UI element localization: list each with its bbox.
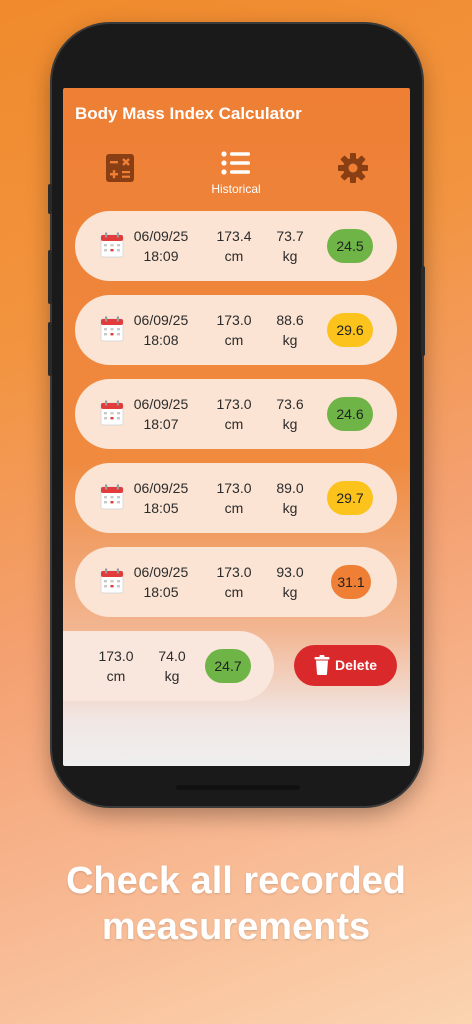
- record-weight: 73.7 kg: [276, 228, 304, 264]
- phone-volume-down: [48, 322, 52, 376]
- bmi-badge: 24.7: [205, 649, 251, 683]
- calendar-icon: [100, 484, 124, 510]
- record-weight: 73.6 kg: [276, 396, 304, 432]
- list-item-swiped[interactable]: 5 173.0cm 74.0kg 24.7: [63, 631, 274, 701]
- calendar-icon: [100, 568, 124, 594]
- bmi-badge: 29.7: [327, 481, 373, 515]
- calendar-icon: [100, 316, 124, 342]
- record-height: 173.0 cm: [216, 480, 252, 516]
- gear-icon[interactable]: [337, 152, 369, 184]
- list-item[interactable]: 06/09/25 18:07 173.0 cm 73.6 kg 24.6: [75, 379, 397, 449]
- record-datetime: 06/09/25 18:07: [133, 396, 189, 432]
- promo-caption: Check all recorded measurements: [65, 860, 407, 948]
- record-weight: 93.0 kg: [276, 564, 304, 600]
- record-datetime: 06/09/25 18:05: [133, 564, 189, 600]
- list-item[interactable]: 06/09/25 18:05 173.0 cm 89.0 kg 29.7: [75, 463, 397, 533]
- calculator-icon[interactable]: [105, 153, 135, 183]
- app-screen: Body Mass Index Calculator Historical 06…: [63, 88, 410, 766]
- tab-historical-label[interactable]: Historical: [203, 182, 269, 196]
- record-height: 173.4 cm: [216, 228, 252, 264]
- record-height: 173.0 cm: [216, 312, 252, 348]
- delete-button-label: Delete: [335, 657, 378, 673]
- record-datetime-fragment: 5: [63, 646, 65, 666]
- phone-volume-up: [48, 250, 52, 304]
- record-height: 173.0 cm: [216, 564, 252, 600]
- record-datetime: 06/09/25 18:08: [133, 312, 189, 348]
- trash-icon: [314, 655, 330, 675]
- record-weight: 89.0 kg: [276, 480, 304, 516]
- record-weight: 74.0 kg: [158, 648, 186, 684]
- calendar-icon: [100, 232, 124, 258]
- app-title: Body Mass Index Calculator: [75, 104, 302, 123]
- phone-power-button: [421, 266, 425, 356]
- list-item[interactable]: 06/09/25 18:09 173.4 cm 73.7 kg 24.5: [75, 211, 397, 281]
- record-height: 173.0 cm: [216, 396, 252, 432]
- record-datetime: 06/09/25 18:05: [133, 480, 189, 516]
- list-item[interactable]: 06/09/25 18:05 173.0 cm 93.0 kg 31.1: [75, 547, 397, 617]
- delete-button[interactable]: Delete: [294, 645, 397, 686]
- bmi-badge: 31.1: [331, 565, 371, 599]
- home-indicator: [176, 785, 300, 790]
- bmi-badge: 24.6: [327, 397, 373, 431]
- phone-mute-switch: [48, 184, 52, 214]
- calendar-icon: [100, 400, 124, 426]
- record-weight: 88.6 kg: [276, 312, 304, 348]
- record-height: 173.0 cm: [98, 648, 134, 684]
- bmi-badge: 24.5: [327, 229, 373, 263]
- list-item[interactable]: 06/09/25 18:08 173.0 cm 88.6 kg 29.6: [75, 295, 397, 365]
- list-icon[interactable]: [221, 151, 251, 175]
- bmi-badge: 29.6: [327, 313, 373, 347]
- record-datetime: 06/09/25 18:09: [133, 228, 189, 264]
